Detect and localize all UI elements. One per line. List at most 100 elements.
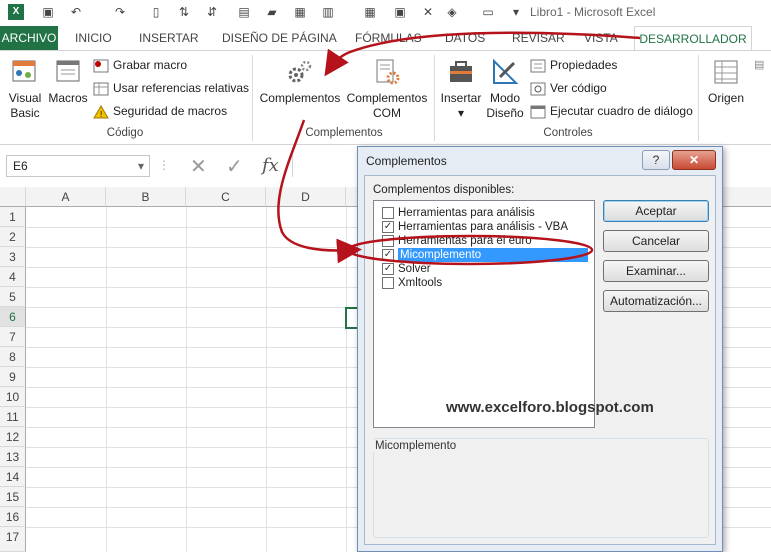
sort-desc-icon[interactable]: ⇵ xyxy=(204,4,220,20)
addin-label: Xmltools xyxy=(398,277,443,289)
row-header[interactable]: 7 xyxy=(0,327,26,347)
checkbox[interactable] xyxy=(382,277,394,289)
tab-datos[interactable]: DATOS xyxy=(445,26,485,50)
cell-icon[interactable]: ▣ xyxy=(392,4,408,20)
row-header[interactable]: 11 xyxy=(0,407,26,427)
tab-diseno-pagina[interactable]: DISEÑO DE PÁGINA xyxy=(222,26,337,50)
tab-archivo[interactable]: ARCHIVO xyxy=(0,26,58,50)
tab-desarrollador[interactable]: DESARROLLADOR xyxy=(634,26,752,50)
row-header[interactable]: 1 xyxy=(0,207,26,227)
column-header-c[interactable]: C xyxy=(186,187,266,207)
complementos-com-button[interactable]: Complementos COM xyxy=(344,57,430,121)
relative-references-icon xyxy=(93,82,109,96)
checkbox[interactable] xyxy=(382,235,394,247)
name-box-value: E6 xyxy=(13,159,28,173)
tab-inicio[interactable]: INICIO xyxy=(75,26,112,50)
select-all-corner[interactable] xyxy=(0,187,26,207)
row-header[interactable]: 15 xyxy=(0,487,26,507)
sort-icon[interactable]: ⇅ xyxy=(176,4,192,20)
tab-insertar[interactable]: INSERTAR xyxy=(139,26,199,50)
row-header[interactable]: 10 xyxy=(0,387,26,407)
addin-item[interactable]: Herramientas para el euro xyxy=(374,234,594,248)
insertar-control-button[interactable]: Insertar ▾ xyxy=(438,57,484,121)
gridline xyxy=(266,207,267,552)
seguridad-macros-button[interactable]: ! Seguridad de macros xyxy=(93,103,227,119)
complementos-com-label-2: COM xyxy=(373,106,401,120)
row-header[interactable]: 17 xyxy=(0,527,26,552)
aceptar-button[interactable]: Aceptar xyxy=(603,200,709,222)
group-label-controles: Controles xyxy=(543,127,593,139)
usar-referencias-button[interactable]: Usar referencias relativas xyxy=(93,80,249,96)
cancel-icon[interactable]: ✕ xyxy=(190,154,207,179)
chart-icon[interactable]: ▥ xyxy=(320,4,336,20)
shapes-icon[interactable]: ◈ xyxy=(444,4,460,20)
table-icon[interactable]: ▦ xyxy=(292,4,308,20)
grabar-macro-button[interactable]: Grabar macro xyxy=(93,57,187,73)
grid-icon[interactable]: ▦ xyxy=(362,4,378,20)
row-header[interactable]: 3 xyxy=(0,247,26,267)
visual-basic-label-1: Visual xyxy=(8,91,42,105)
column-header-a[interactable]: A xyxy=(26,187,106,207)
propiedades-button[interactable]: Propiedades xyxy=(530,57,617,73)
row-header[interactable]: 12 xyxy=(0,427,26,447)
column-header-d[interactable]: D xyxy=(266,187,346,207)
group-separator xyxy=(434,55,435,141)
ejecutar-dialogo-button[interactable]: Ejecutar cuadro de diálogo xyxy=(530,103,693,119)
cancelar-button[interactable]: Cancelar xyxy=(603,230,709,252)
row-header[interactable]: 13 xyxy=(0,447,26,467)
modo-diseno-button[interactable]: Modo Diseño xyxy=(484,57,526,121)
tab-revisar[interactable]: REVISAR xyxy=(512,26,565,50)
chevron-down-icon[interactable]: ▾ xyxy=(138,156,144,176)
window-icon[interactable]: ▭ xyxy=(480,4,496,20)
checkbox-checked[interactable]: ✓ xyxy=(382,221,394,233)
insertar-label: Insertar xyxy=(440,91,482,105)
addin-item[interactable]: ✓ Herramientas para análisis - VBA xyxy=(374,220,594,234)
save-icon[interactable]: ▣ xyxy=(40,4,56,20)
row-header[interactable]: 4 xyxy=(0,267,26,287)
redo-icon[interactable]: ↷ xyxy=(112,4,128,20)
addin-item[interactable]: Xmltools xyxy=(374,276,594,290)
row-header[interactable]: 16 xyxy=(0,507,26,527)
tab-vista[interactable]: VISTA xyxy=(584,26,618,50)
print-preview-icon[interactable]: ▤ xyxy=(236,4,252,20)
name-box[interactable]: E6 ▾ xyxy=(6,155,150,177)
column-header-b[interactable]: B xyxy=(106,187,186,207)
origen-button[interactable]: Origen xyxy=(704,57,748,106)
undo-icon[interactable]: ↶ xyxy=(68,4,84,20)
row-header[interactable]: 5 xyxy=(0,287,26,307)
close-icon[interactable]: ✕ xyxy=(420,4,436,20)
addin-item[interactable]: ✓ Solver xyxy=(374,262,594,276)
tab-formulas[interactable]: FÓRMULAS xyxy=(355,26,422,50)
open-folder-icon[interactable]: ▰ xyxy=(264,4,280,20)
visual-basic-label-2: Basic xyxy=(10,106,40,120)
new-file-icon[interactable]: ▯ xyxy=(148,4,164,20)
row-header[interactable]: 6 xyxy=(0,307,26,327)
record-macro-icon xyxy=(93,59,109,73)
insert-function-icon[interactable]: fx xyxy=(262,155,279,176)
watermark-text: www.excelforo.blogspot.com xyxy=(446,399,654,416)
automatizacion-button[interactable]: Automatización... xyxy=(603,290,709,312)
row-header[interactable]: 9 xyxy=(0,367,26,387)
group-separator xyxy=(698,55,699,141)
checkbox-checked[interactable]: ✓ xyxy=(382,263,394,275)
addin-label: Herramientas para análisis xyxy=(398,207,535,219)
help-button[interactable]: ? xyxy=(642,150,670,170)
addins-list[interactable]: Herramientas para análisis ✓ Herramientas… xyxy=(373,200,595,428)
macros-button[interactable]: Macros xyxy=(46,57,90,106)
visual-basic-button[interactable]: Visual Basic xyxy=(4,57,46,121)
examinar-button[interactable]: Examinar... xyxy=(603,260,709,282)
checkbox-checked[interactable]: ✓ xyxy=(382,249,394,261)
row-header[interactable]: 2 xyxy=(0,227,26,247)
customize-dropdown-icon[interactable]: ▾ xyxy=(508,4,524,20)
enter-icon[interactable]: ✓ xyxy=(226,154,243,179)
addin-item-selected[interactable]: ✓ Micomplemento xyxy=(374,248,594,262)
ver-codigo-button[interactable]: Ver código xyxy=(530,80,607,96)
close-button[interactable]: ✕ xyxy=(672,150,716,170)
row-header[interactable]: 8 xyxy=(0,347,26,367)
complementos-com-label-1: Complementos xyxy=(346,91,428,105)
complementos-button[interactable]: Complementos xyxy=(258,57,342,106)
window-title: Libro1 - Microsoft Excel xyxy=(530,5,656,19)
checkbox[interactable] xyxy=(382,207,394,219)
row-header[interactable]: 14 xyxy=(0,467,26,487)
addin-item[interactable]: Herramientas para análisis xyxy=(374,206,594,220)
